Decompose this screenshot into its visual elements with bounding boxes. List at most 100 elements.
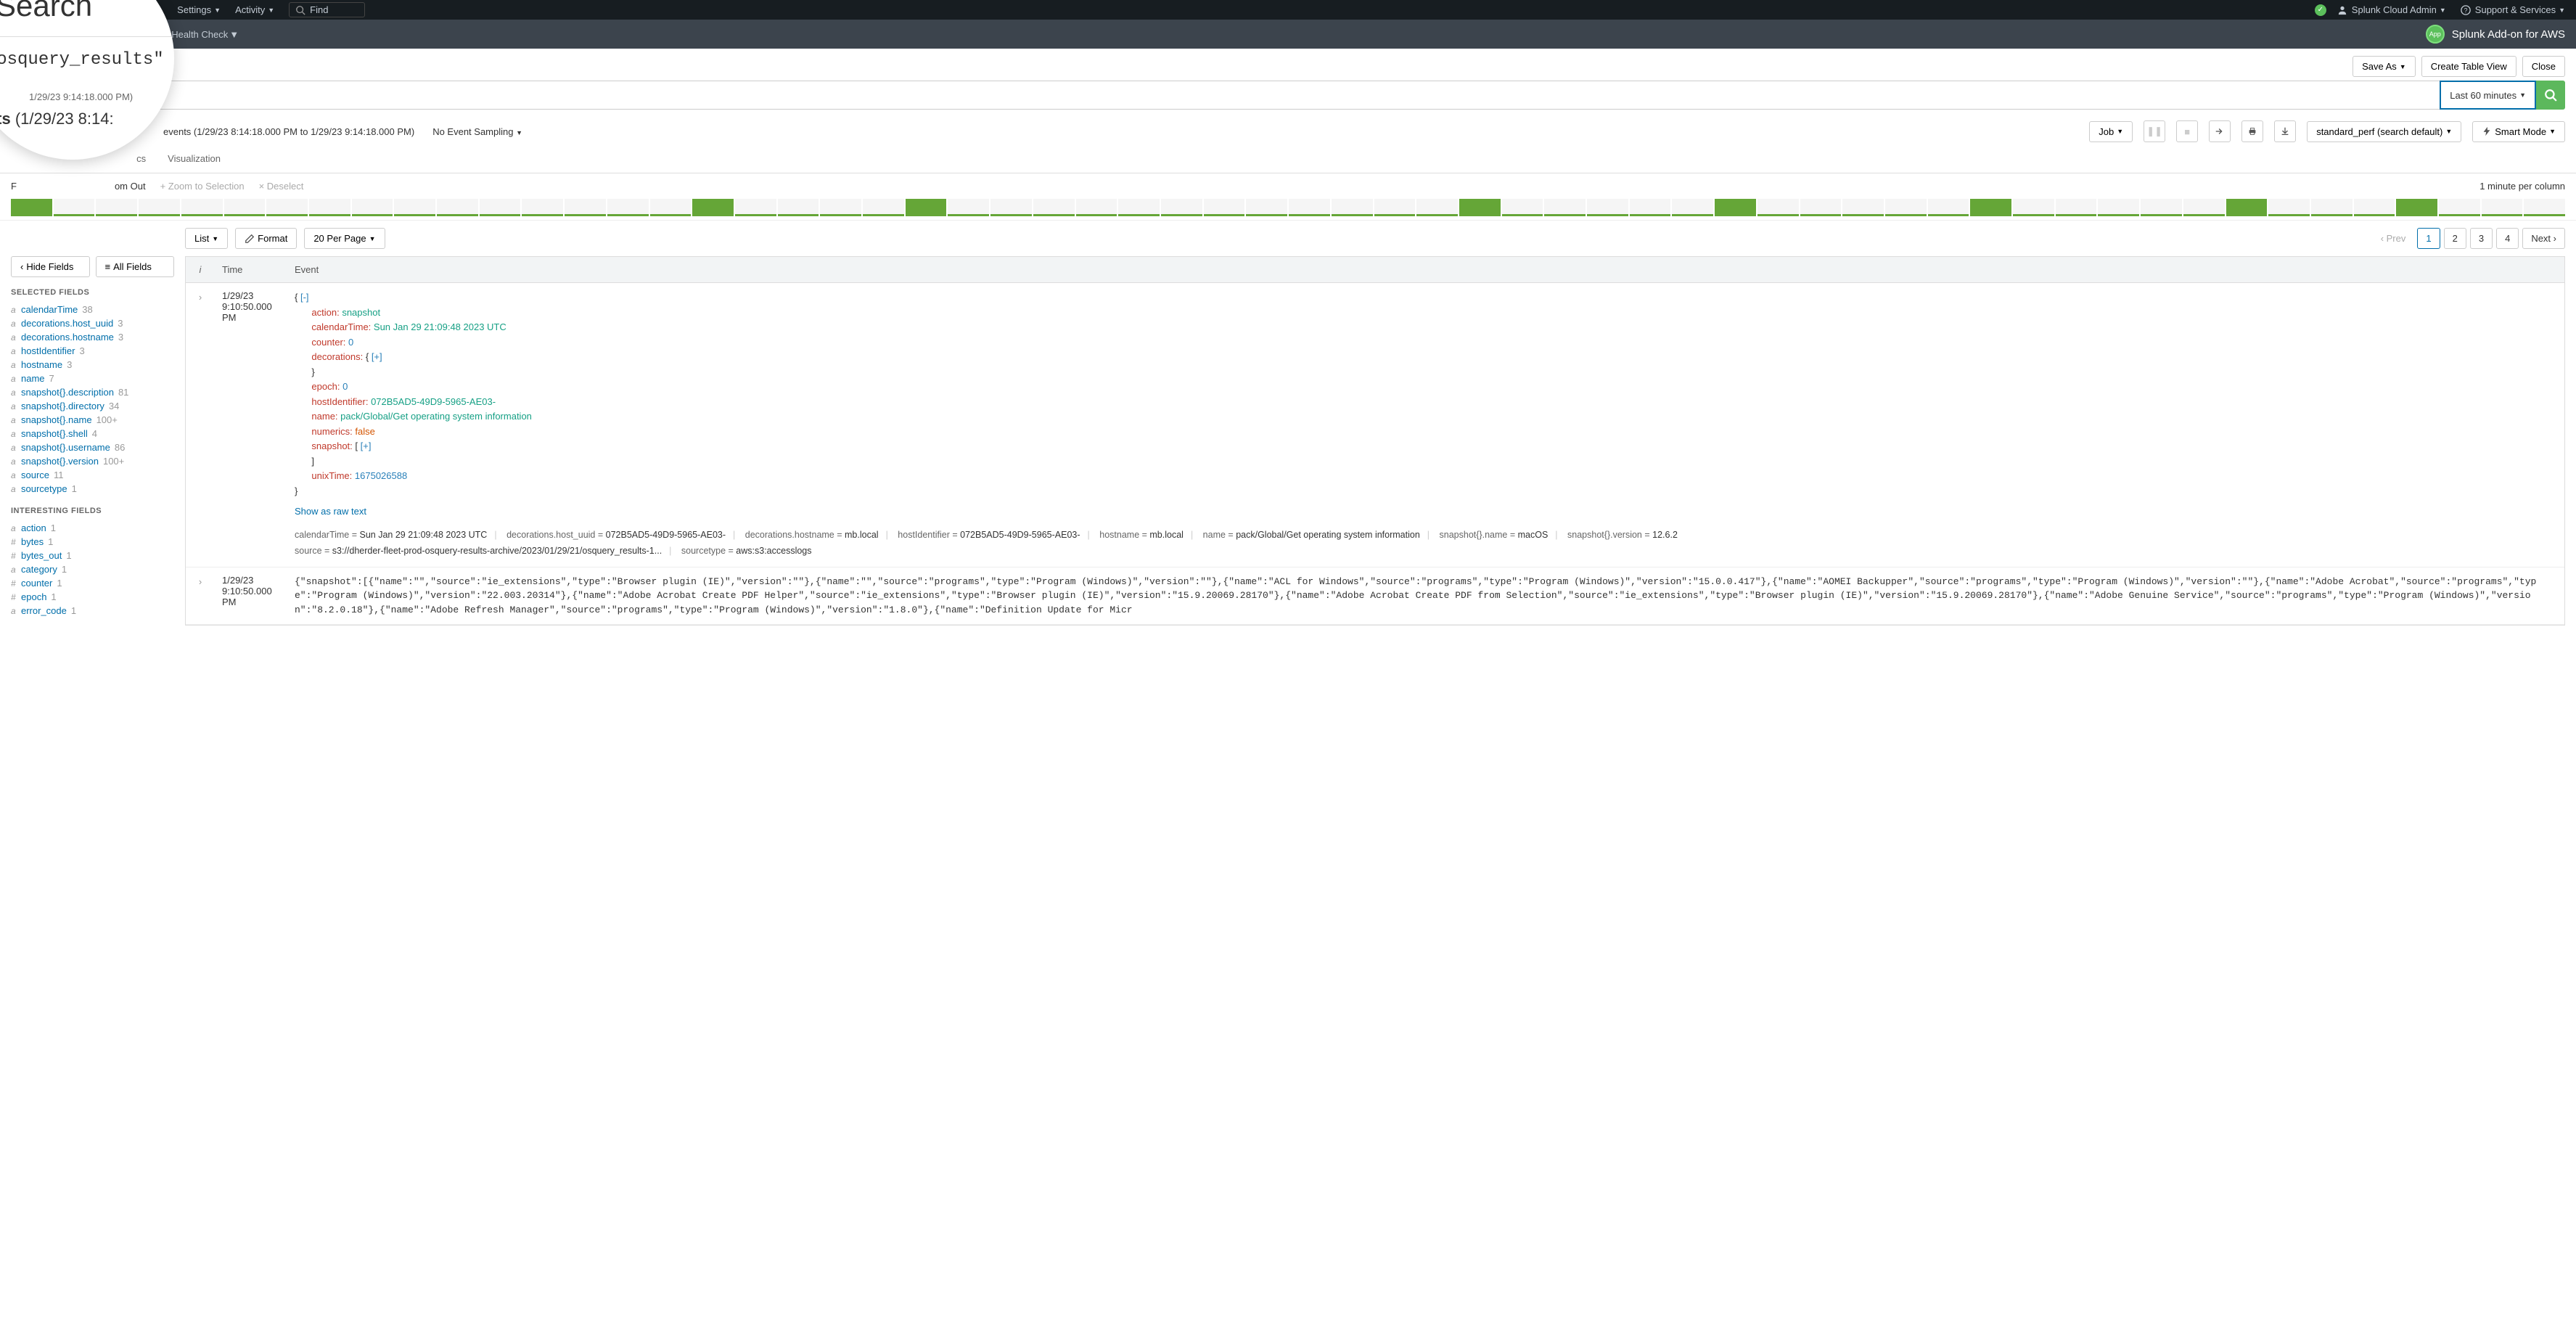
timeline-bar[interactable]	[1076, 199, 1117, 216]
deselect[interactable]: × Deselect	[259, 181, 304, 192]
timeline-bar[interactable]	[692, 199, 734, 216]
field-item[interactable]: ahostIdentifier3	[11, 344, 174, 358]
field-item[interactable]: adecorations.hostname3	[11, 330, 174, 344]
pause-button[interactable]: ❚❚	[2144, 120, 2165, 142]
print-button[interactable]	[2241, 120, 2263, 142]
timeline-bar[interactable]	[480, 199, 521, 216]
expand-decorations[interactable]: [+]	[372, 351, 382, 362]
nav-settings[interactable]: Settings▼	[177, 4, 221, 15]
timeline-bar[interactable]	[1204, 199, 1245, 216]
expand-snapshot[interactable]: [+]	[361, 440, 372, 451]
timeline-bar[interactable]	[565, 199, 606, 216]
timeline-bar[interactable]	[2311, 199, 2353, 216]
timeline-bar[interactable]	[54, 199, 95, 216]
timeline-bar[interactable]	[139, 199, 180, 216]
workload-dropdown[interactable]: standard_perf (search default)▼	[2307, 121, 2461, 142]
timeline-bar[interactable]	[650, 199, 692, 216]
timeline-bar[interactable]	[181, 199, 223, 216]
timeline-bar[interactable]	[1800, 199, 1842, 216]
timeline-bar[interactable]	[2396, 199, 2437, 216]
time-range-picker[interactable]: Last 60 minutes▼	[2440, 81, 2536, 110]
field-item[interactable]: asnapshot{}.version100+	[11, 454, 174, 468]
event-content[interactable]: {"snapshot":[{"name":"","source":"ie_ext…	[287, 575, 2564, 618]
field-item[interactable]: acalendarTime38	[11, 303, 174, 316]
timeline-bar[interactable]	[1416, 199, 1458, 216]
timeline-bar[interactable]	[2524, 199, 2565, 216]
search-input[interactable]	[11, 81, 2440, 110]
timeline-bar[interactable]	[2482, 199, 2523, 216]
timeline-bar[interactable]	[1544, 199, 1586, 216]
format-button[interactable]: Format	[235, 228, 297, 249]
timeline-bar[interactable]	[1672, 199, 1713, 216]
create-table-view-button[interactable]: Create Table View	[2421, 56, 2516, 77]
field-item[interactable]: aerror_code1	[11, 604, 174, 618]
timeline-bar[interactable]	[1374, 199, 1416, 216]
find-input[interactable]: Find	[289, 2, 365, 17]
event-sampling-dropdown[interactable]: No Event Sampling ▼	[432, 126, 522, 137]
field-item[interactable]: aaction1	[11, 521, 174, 535]
timeline-bar[interactable]	[224, 199, 266, 216]
timeline-bar[interactable]	[1715, 199, 1756, 216]
close-button[interactable]: Close	[2522, 56, 2565, 77]
tab-statistics[interactable]: cs	[126, 146, 157, 173]
col-header-event[interactable]: Event	[287, 257, 2564, 282]
field-item[interactable]: asnapshot{}.shell4	[11, 427, 174, 440]
tab-visualization[interactable]: Visualization	[157, 146, 231, 173]
list-dropdown[interactable]: List▼	[185, 228, 228, 249]
field-item[interactable]: #bytes_out1	[11, 549, 174, 562]
event-content[interactable]: { [-] action: snapshot calendarTime: Sun…	[287, 290, 2564, 560]
timeline-bar[interactable]	[2056, 199, 2097, 216]
timeline-chart[interactable]	[0, 199, 2576, 221]
timeline-bar[interactable]	[2183, 199, 2225, 216]
timeline-bar[interactable]	[1246, 199, 1287, 216]
timeline-bar[interactable]	[522, 199, 563, 216]
timeline-bar[interactable]	[1332, 199, 1373, 216]
health-check-icon[interactable]: ✓	[2315, 4, 2326, 16]
field-item[interactable]: adecorations.host_uuid3	[11, 316, 174, 330]
export-button[interactable]	[2274, 120, 2296, 142]
job-dropdown[interactable]: Job▼	[2089, 121, 2133, 142]
field-item[interactable]: asnapshot{}.username86	[11, 440, 174, 454]
timeline-bar[interactable]	[1033, 199, 1075, 216]
field-item[interactable]: asnapshot{}.description81	[11, 385, 174, 399]
timeline-bar[interactable]	[1118, 199, 1160, 216]
timeline-bar[interactable]	[1289, 199, 1330, 216]
timeline-bar[interactable]	[778, 199, 819, 216]
timeline-bar[interactable]	[2439, 199, 2480, 216]
timeline-bar[interactable]	[309, 199, 350, 216]
timeline-bar[interactable]	[394, 199, 435, 216]
collapse-json[interactable]: [-]	[300, 292, 309, 303]
expand-event[interactable]: ›	[186, 290, 215, 560]
all-fields-button[interactable]: ≡ All Fields	[96, 256, 175, 277]
timeline-bar[interactable]	[352, 199, 393, 216]
zoom-to-selection[interactable]: + Zoom to Selection	[160, 181, 245, 192]
timeline-bar[interactable]	[863, 199, 904, 216]
timeline-bar[interactable]	[2013, 199, 2054, 216]
field-item[interactable]: acategory1	[11, 562, 174, 576]
field-item[interactable]: asnapshot{}.directory34	[11, 399, 174, 413]
timeline-bar[interactable]	[1502, 199, 1543, 216]
timeline-bar[interactable]	[11, 199, 52, 216]
search-button[interactable]	[2536, 81, 2565, 110]
timeline-bar[interactable]	[735, 199, 776, 216]
page-1[interactable]: 1	[2417, 228, 2440, 249]
expand-event[interactable]: ›	[186, 575, 215, 618]
format-timeline[interactable]: F	[11, 181, 17, 192]
timeline-bar[interactable]	[1885, 199, 1927, 216]
timeline-bar[interactable]	[820, 199, 861, 216]
timeline-bar[interactable]	[1161, 199, 1202, 216]
timeline-bar[interactable]	[2141, 199, 2182, 216]
share-button[interactable]	[2209, 120, 2231, 142]
timeline-bar[interactable]	[437, 199, 478, 216]
timeline-bar[interactable]	[607, 199, 649, 216]
page-4[interactable]: 4	[2496, 228, 2519, 249]
timeline-bar[interactable]	[2226, 199, 2268, 216]
field-item[interactable]: aname7	[11, 372, 174, 385]
field-item[interactable]: #epoch1	[11, 590, 174, 604]
timeline-bar[interactable]	[1970, 199, 2011, 216]
prev-page[interactable]: ‹ Prev	[2373, 229, 2414, 248]
timeline-bar[interactable]	[906, 199, 947, 216]
timeline-bar[interactable]	[1842, 199, 1884, 216]
nav-support[interactable]: ? Support & Services▼	[2461, 4, 2565, 15]
field-item[interactable]: asourcetype1	[11, 482, 174, 496]
